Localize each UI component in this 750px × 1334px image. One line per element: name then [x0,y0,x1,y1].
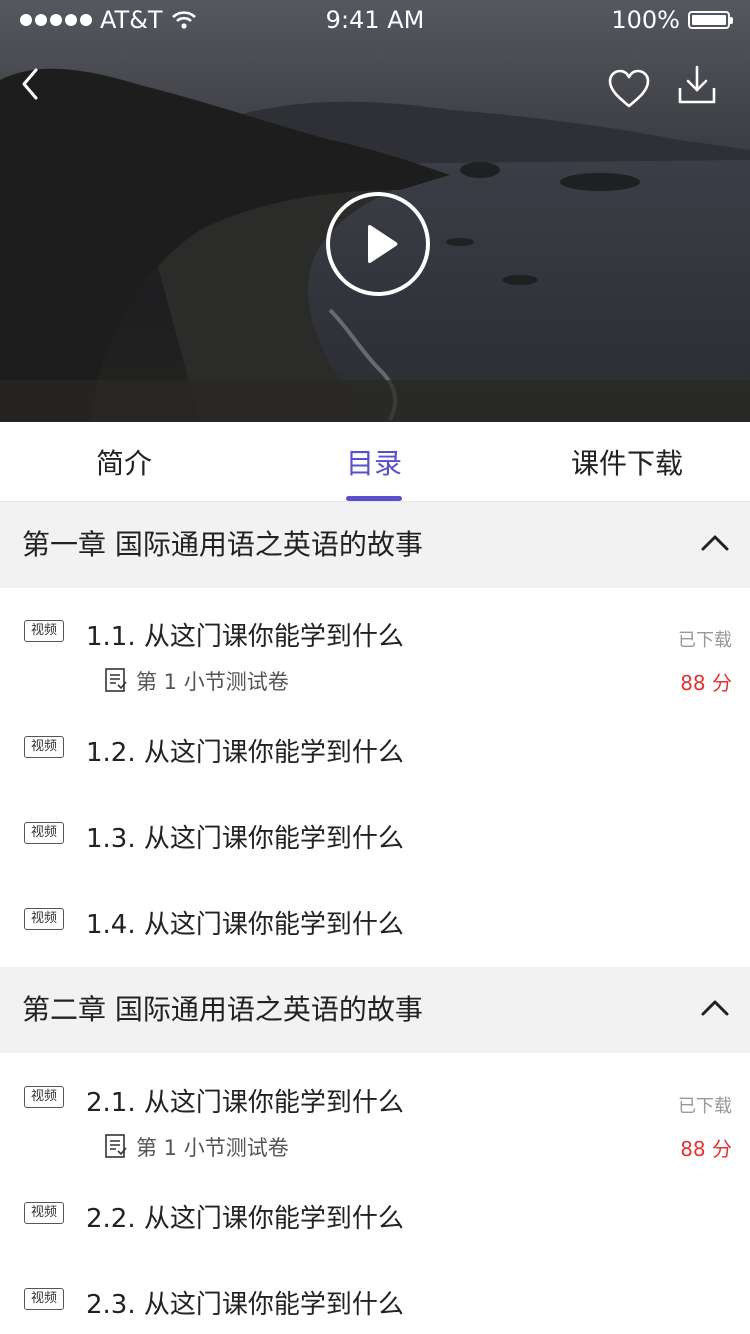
status-bar: AT&T 9:41 AM 100% [0,0,750,40]
quiz-title: 第 1 小节测试卷 [136,1136,289,1160]
download-status: 已下载 [678,1096,732,1117]
lesson-title: 1.1. 从这门课你能学到什么 [86,622,404,652]
battery-icon [688,11,733,29]
play-icon [368,225,398,263]
tab-catalog[interactable]: 目录 [312,422,436,502]
lesson-title: 2.1. 从这门课你能学到什么 [86,1088,404,1118]
video-badge: 视频 [24,1288,64,1310]
lesson-item[interactable]: 视频 1.3. 从这门课你能学到什么 [0,805,750,865]
video-badge: 视频 [24,822,64,844]
tab-intro[interactable]: 简介 [62,422,186,502]
play-button[interactable] [326,192,430,296]
quiz-title: 第 1 小节测试卷 [136,670,289,694]
video-badge: 视频 [24,736,64,758]
lesson-item[interactable]: 视频 1.4. 从这门课你能学到什么 [0,892,750,952]
chapter-header[interactable]: 第二章 国际通用语之英语的故事 [0,967,750,1053]
chevron-up-icon [701,535,729,551]
favorite-button[interactable] [606,66,652,112]
chevron-up-icon [701,1000,729,1016]
download-status: 已下载 [678,630,732,651]
lesson-item[interactable]: 视频 1.2. 从这门课你能学到什么 [0,718,750,778]
lesson-title: 1.3. 从这门课你能学到什么 [86,824,404,854]
download-icon [678,65,716,104]
document-list-icon [105,1134,127,1158]
video-player[interactable]: AT&T 9:41 AM 100% [0,0,750,422]
lesson-item[interactable]: 视频 1.1. 从这门课你能学到什么 已下载 第 1 小节测试卷 88 分 [0,606,750,702]
chapter-title: 第一章 国际通用语之英语的故事 [22,528,423,561]
lesson-title: 1.4. 从这门课你能学到什么 [86,910,404,940]
quiz-score: 88 分 [680,671,732,695]
chevron-left-icon [22,68,38,100]
lesson-item[interactable]: 视频 2.1. 从这门课你能学到什么 已下载 第 1 小节测试卷 88 分 [0,1072,750,1168]
video-badge: 视频 [24,1086,64,1108]
video-badge: 视频 [24,1202,64,1224]
tab-bar: 简介 目录 课件下载 [0,422,750,502]
chapter-header[interactable]: 第一章 国际通用语之英语的故事 [0,502,750,588]
chapter-title: 第二章 国际通用语之英语的故事 [22,993,423,1026]
heart-icon [608,69,650,108]
quiz-score: 88 分 [680,1137,732,1161]
lesson-item[interactable]: 视频 2.2. 从这门课你能学到什么 [0,1185,750,1245]
video-badge: 视频 [24,620,64,642]
download-button[interactable] [676,64,718,106]
lesson-title: 1.2. 从这门课你能学到什么 [86,738,404,768]
tab-courseware-download[interactable]: 课件下载 [552,422,702,502]
lesson-title: 2.3. 从这门课你能学到什么 [86,1290,404,1320]
lesson-title: 2.2. 从这门课你能学到什么 [86,1204,404,1234]
active-tab-indicator [346,496,402,501]
battery-percent: 100% [611,6,680,34]
video-badge: 视频 [24,908,64,930]
document-list-icon [105,668,127,692]
lesson-item[interactable]: 视频 2.3. 从这门课你能学到什么 [0,1272,750,1332]
back-button[interactable] [14,62,54,106]
